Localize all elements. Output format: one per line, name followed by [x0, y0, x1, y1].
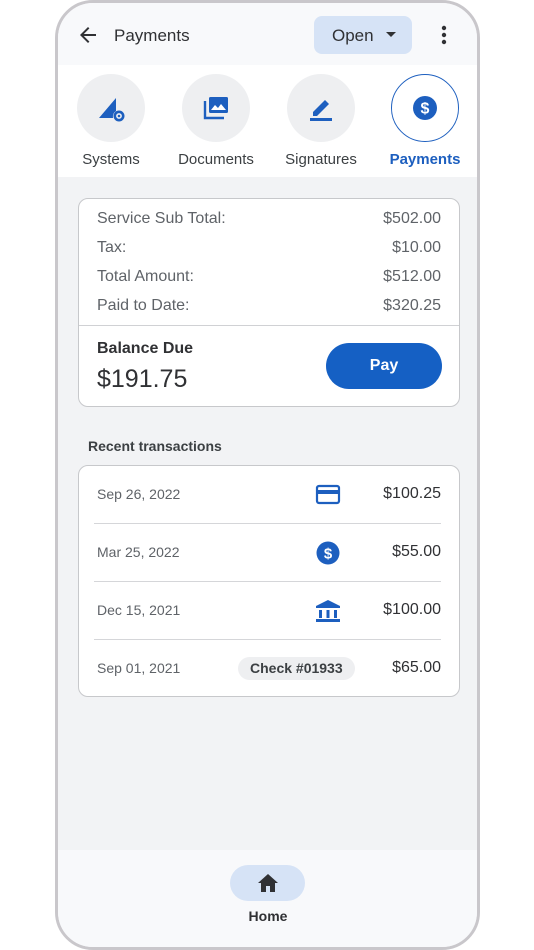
summary-label: Tax:	[97, 239, 127, 256]
tab-signatures-circle	[287, 74, 355, 142]
recent-transactions-heading: Recent transactions	[88, 438, 222, 454]
transaction-date: Sep 01, 2021	[97, 660, 181, 676]
bottom-navigation: Home	[58, 850, 477, 947]
svg-text:$: $	[324, 546, 333, 563]
transaction-date: Sep 26, 2022	[97, 486, 181, 502]
summary-row-paid: Paid to Date: $320.25	[97, 297, 441, 319]
transaction-amount: $100.00	[383, 601, 441, 618]
payment-summary-card: Service Sub Total: $502.00 Tax: $10.00 T…	[78, 198, 460, 407]
summary-row-tax: Tax: $10.00	[97, 239, 441, 261]
summary-value: $502.00	[383, 210, 441, 227]
more-options-button[interactable]	[434, 23, 454, 47]
summary-value: $10.00	[392, 239, 441, 256]
tab-signatures[interactable]: Signatures	[276, 74, 366, 174]
arrow-left-icon	[80, 27, 96, 43]
tab-signatures-label: Signatures	[285, 151, 357, 168]
page-title: Payments	[114, 26, 190, 45]
systems-icon	[99, 98, 125, 122]
summary-value: $320.25	[383, 297, 441, 314]
transaction-row[interactable]: Sep 01, 2021 Check #01933 $65.00	[79, 640, 459, 698]
app-bar: Payments Open	[58, 3, 477, 65]
summary-row-total: Total Amount: $512.00	[97, 268, 441, 290]
svg-text:$: $	[421, 101, 430, 118]
back-button[interactable]	[76, 23, 100, 47]
summary-row-subtotal: Service Sub Total: $502.00	[97, 210, 441, 232]
transaction-row[interactable]: Sep 26, 2022 $100.25	[79, 466, 459, 524]
transaction-row[interactable]: Dec 15, 2021 $100.00	[79, 582, 459, 640]
summary-label: Total Amount:	[97, 268, 194, 285]
caret-down-icon	[386, 32, 396, 37]
dollar-circle-icon: $	[314, 540, 342, 566]
transactions-card: Sep 26, 2022 $100.25 Mar 25, 2022 $ $55.…	[78, 465, 460, 697]
home-nav-button[interactable]	[230, 865, 305, 901]
signature-icon	[310, 100, 332, 121]
tab-payments-label: Payments	[389, 151, 461, 168]
credit-card-icon	[314, 482, 342, 508]
section-tabs: Systems Documents Signatures $ Payments	[58, 65, 477, 177]
summary-label: Service Sub Total:	[97, 210, 226, 227]
more-vert-icon	[441, 25, 447, 45]
summary-divider	[79, 325, 459, 326]
balance-due-label: Balance Due	[97, 340, 194, 357]
tab-documents-circle	[182, 74, 250, 142]
home-nav-label: Home	[248, 908, 288, 924]
transaction-amount: $100.25	[383, 485, 441, 502]
home-icon	[257, 874, 278, 892]
phone-frame: Payments Open Systems Documents Signatur…	[55, 0, 480, 950]
tab-payments[interactable]: $ Payments	[380, 74, 470, 174]
summary-value: $512.00	[383, 268, 441, 285]
summary-label: Paid to Date:	[97, 297, 190, 314]
balance-due-amount: $191.75	[97, 365, 188, 393]
tab-documents[interactable]: Documents	[171, 74, 261, 174]
transaction-amount: $65.00	[392, 659, 441, 676]
tab-payments-circle: $	[391, 74, 459, 142]
bank-icon	[314, 598, 342, 624]
dollar-circle-icon: $	[413, 96, 437, 120]
transaction-amount: $55.00	[392, 543, 441, 560]
transaction-row[interactable]: Mar 25, 2022 $ $55.00	[79, 524, 459, 582]
transaction-date: Mar 25, 2022	[97, 544, 180, 560]
status-dropdown-label: Open	[332, 26, 374, 45]
documents-icon	[203, 97, 228, 120]
tab-systems-circle	[77, 74, 145, 142]
status-dropdown[interactable]: Open	[314, 16, 412, 54]
tab-systems[interactable]: Systems	[66, 74, 156, 174]
check-number-chip: Check #01933	[238, 657, 355, 680]
transaction-date: Dec 15, 2021	[97, 602, 181, 618]
pay-button[interactable]: Pay	[326, 343, 442, 389]
tab-systems-label: Systems	[82, 151, 140, 168]
tab-documents-label: Documents	[178, 151, 254, 168]
